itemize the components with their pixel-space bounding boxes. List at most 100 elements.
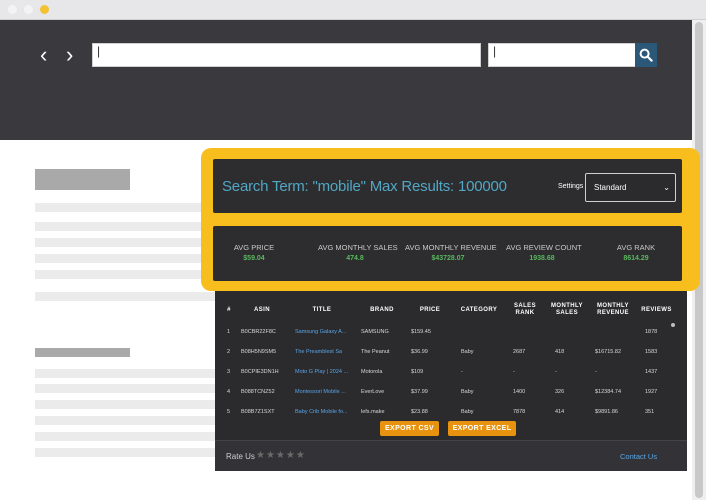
- placeholder-line: [35, 448, 215, 457]
- stat-avg-review-count: AVG REVIEW COUNT 1938.68: [506, 243, 582, 262]
- cell-price: $159.45: [411, 329, 431, 335]
- cell-index: 1: [227, 329, 231, 335]
- cell-category: Baby: [461, 409, 474, 415]
- cell-title-link[interactable]: Baby Crib Mobile fo...: [287, 409, 357, 415]
- cell-title-link[interactable]: The Preamblest Sa: [287, 349, 357, 355]
- cell-brand: lefs.make: [361, 409, 385, 415]
- placeholder-subheading: [35, 348, 130, 357]
- search-button[interactable]: [635, 43, 657, 67]
- cell-sales-rank: 1400: [513, 389, 526, 395]
- placeholder-line: [35, 254, 205, 263]
- cell-monthly-revenue: $9891.86: [595, 409, 618, 415]
- table-row[interactable]: 2 B08H5N9SM5 The Preamblest Sa The Peanu…: [221, 342, 676, 362]
- cell-category: Baby: [461, 389, 474, 395]
- stat-value: $43728.07: [431, 255, 465, 262]
- cell-monthly-revenue: $12384.74: [595, 389, 621, 395]
- export-excel-button[interactable]: EXPORT EXCEL: [448, 421, 516, 436]
- stat-value: 1938.68: [529, 255, 555, 262]
- cell-sales-rank: 7878: [513, 409, 526, 415]
- stat-value: $59.04: [243, 255, 265, 262]
- cell-monthly-sales: 418: [555, 349, 565, 355]
- placeholder-heading: [35, 169, 130, 190]
- cell-reviews: 1927: [645, 389, 658, 395]
- stat-avg-price: AVG PRICE $59.04: [228, 243, 280, 262]
- placeholder-line: [35, 416, 215, 425]
- chevron-down-icon: ⌄: [663, 183, 670, 192]
- table-row[interactable]: 5 B08B7Z1SXT Baby Crib Mobile fo... lefs…: [221, 402, 676, 418]
- search-input[interactable]: |: [488, 43, 636, 67]
- cell-category: -: [461, 369, 463, 375]
- settings-selected-value: Standard: [594, 183, 627, 192]
- cell-title-link[interactable]: Moto G Play | 2024 ...: [287, 369, 357, 375]
- cell-asin: B08B7Z1SXT: [241, 409, 275, 415]
- rate-us-label: Rate Us: [226, 452, 255, 461]
- cell-monthly-revenue: $16715.82: [595, 349, 621, 355]
- window-maximize-button[interactable]: [40, 5, 49, 14]
- column-header-brand[interactable]: BRAND: [357, 307, 407, 314]
- cell-asin: B088TCNZ52: [241, 389, 275, 395]
- cell-monthly-sales: 414: [555, 409, 565, 415]
- placeholder-line: [35, 222, 205, 231]
- placeholder-line: [35, 384, 215, 393]
- table-row[interactable]: 1 B0CBR22F8C Samsung Galaxy A... SAMSUNG…: [221, 322, 676, 342]
- cell-asin: B0CBR22F8C: [241, 329, 276, 335]
- placeholder-line: [35, 400, 215, 409]
- results-table-body[interactable]: 1 B0CBR22F8C Samsung Galaxy A... SAMSUNG…: [221, 322, 676, 418]
- stat-avg-rank: AVG RANK 8614.29: [611, 243, 661, 262]
- cell-price: $109: [411, 369, 424, 375]
- stat-avg-monthly-sales: AVG MONTHLY SALES 474.8: [318, 243, 398, 262]
- rating-stars-icon[interactable]: ★★★★★: [256, 450, 306, 461]
- placeholder-line: [35, 369, 215, 378]
- cell-index: 2: [227, 349, 231, 355]
- stat-avg-monthly-revenue: AVG MONTHLY REVENUE $43728.07: [405, 243, 497, 262]
- column-header-price[interactable]: PRICE: [407, 307, 453, 314]
- window-close-button[interactable]: [8, 5, 17, 14]
- stat-label: AVG RANK: [616, 243, 656, 252]
- table-scrollbar-thumb[interactable]: [671, 323, 675, 327]
- settings-label: Settings: [558, 183, 584, 190]
- search-icon: [639, 48, 653, 62]
- cell-asin: B08H5N9SM5: [241, 349, 277, 355]
- column-header-sales-rank[interactable]: SALES RANK: [505, 303, 545, 317]
- cell-sales-rank: -: [513, 369, 515, 375]
- placeholder-line: [35, 292, 215, 301]
- cell-price: $37.99: [411, 389, 428, 395]
- column-header-monthly-sales[interactable]: MONTHLY SALES: [545, 303, 589, 317]
- window-titlebar: [0, 0, 706, 20]
- window-minimize-button[interactable]: [24, 5, 33, 14]
- cell-sales-rank: 2687: [513, 349, 526, 355]
- column-header-category[interactable]: CATEGORY: [453, 307, 505, 314]
- cell-monthly-revenue: -: [595, 369, 597, 375]
- forward-arrow-icon[interactable]: ›: [66, 44, 73, 66]
- cell-category: Baby: [461, 349, 474, 355]
- cell-reviews: 1437: [645, 369, 658, 375]
- contact-us-link[interactable]: Contact Us: [620, 452, 657, 461]
- column-header-asin[interactable]: ASIN: [237, 307, 287, 314]
- stat-value: 8614.29: [623, 255, 649, 262]
- cell-price: $23.88: [411, 409, 428, 415]
- cell-brand: The Peanut: [361, 349, 390, 355]
- settings-select[interactable]: Standard ⌄: [585, 173, 676, 202]
- cell-brand: SAMSUNG: [361, 329, 389, 335]
- column-header-index[interactable]: #: [221, 307, 237, 314]
- table-row[interactable]: 4 B088TCNZ52 Montessori Mobile ... EverL…: [221, 382, 676, 402]
- cell-brand: Motorola: [361, 369, 383, 375]
- address-bar-input[interactable]: |: [92, 43, 481, 67]
- stat-label: AVG REVIEW COUNT: [506, 243, 582, 252]
- cell-brand: EverLove: [361, 389, 385, 395]
- column-header-monthly-revenue[interactable]: MONTHLY REVENUE: [589, 303, 637, 317]
- export-csv-button[interactable]: EXPORT CSV: [380, 421, 439, 436]
- column-header-title[interactable]: TITLE: [287, 307, 357, 314]
- cell-title-link[interactable]: Samsung Galaxy A...: [287, 329, 357, 335]
- column-header-reviews[interactable]: REVIEWS: [637, 307, 676, 314]
- stat-value: 474.8: [346, 255, 364, 262]
- back-arrow-icon[interactable]: ‹: [40, 44, 47, 66]
- cell-index: 5: [227, 409, 231, 415]
- stat-label: AVG PRICE: [233, 243, 275, 252]
- placeholder-line: [35, 203, 205, 212]
- table-row[interactable]: 3 B0CPIE3DN1H Moto G Play | 2024 ... Mot…: [221, 362, 676, 382]
- cell-index: 3: [227, 369, 231, 375]
- cell-index: 4: [227, 389, 231, 395]
- cell-monthly-sales: 326: [555, 389, 565, 395]
- cell-title-link[interactable]: Montessori Mobile ...: [287, 389, 357, 395]
